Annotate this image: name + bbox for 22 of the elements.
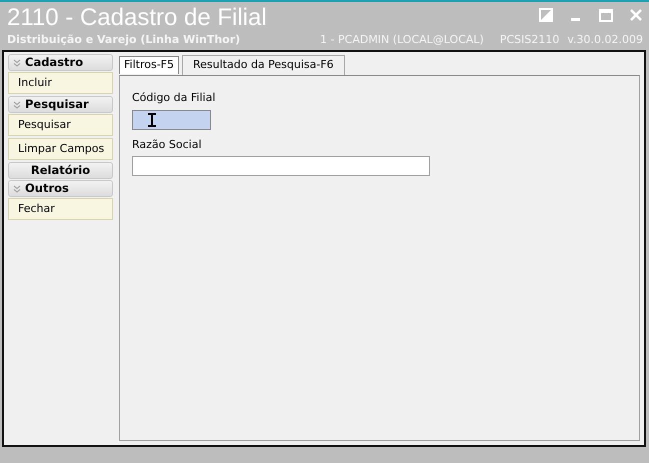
restore-icon[interactable] xyxy=(539,8,553,22)
field-label: Código da Filial xyxy=(132,90,216,106)
close-icon[interactable] xyxy=(629,8,643,22)
sidebar-button[interactable]: Limpar Campos xyxy=(8,138,113,160)
field-label: Razão Social xyxy=(132,136,202,152)
chevron-icon xyxy=(13,184,21,192)
input-field[interactable] xyxy=(132,110,211,130)
chevron-icon xyxy=(13,100,21,108)
sidebar-button[interactable]: Incluir xyxy=(8,72,113,94)
group-header[interactable]: Pesquisar xyxy=(8,96,113,113)
sidebar-button[interactable]: Fechar xyxy=(8,198,113,220)
chevron-icon xyxy=(13,58,21,66)
input-field[interactable] xyxy=(132,156,430,176)
group-header[interactable]: Cadastro xyxy=(8,54,113,71)
group-header[interactable]: Relatório xyxy=(8,162,113,179)
tab[interactable]: Resultado da Pesquisa-F6 xyxy=(182,55,345,75)
sidebar-button[interactable]: Pesquisar xyxy=(8,114,113,136)
tab[interactable]: Filtros-F5 xyxy=(119,56,179,74)
group-header[interactable]: Outros xyxy=(8,180,113,197)
window-title: 2110 - Cadastro de Filial xyxy=(7,4,267,32)
maximize-icon[interactable] xyxy=(599,8,613,22)
text-cursor-icon xyxy=(147,112,157,126)
